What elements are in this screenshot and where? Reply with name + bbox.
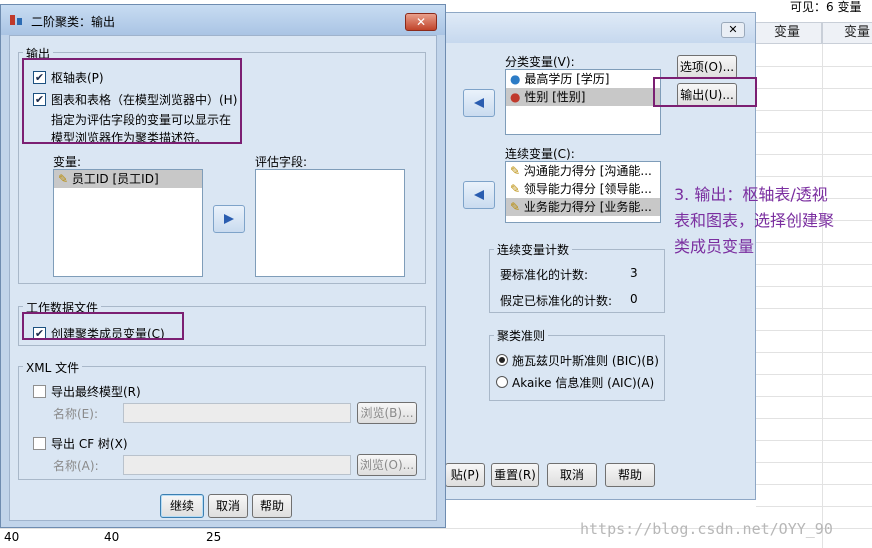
watermark: https://blog.csdn.net/OYY_90 bbox=[580, 520, 833, 538]
move-right-arrow-icon[interactable] bbox=[463, 89, 495, 117]
column-header[interactable]: 变量 bbox=[752, 22, 822, 44]
aic-radio[interactable] bbox=[496, 376, 508, 388]
list-item[interactable]: ✎ 领导能力得分 [领导能... bbox=[506, 180, 660, 198]
aic-label: Akaike 信息准则 (AIC)(A) bbox=[512, 376, 655, 390]
scale-icon: ✎ bbox=[510, 200, 521, 214]
move-right-arrow-icon[interactable] bbox=[463, 181, 495, 209]
scale-icon: ✎ bbox=[510, 164, 521, 178]
continue-button[interactable]: 继续 bbox=[160, 494, 204, 518]
bic-radio[interactable] bbox=[496, 354, 508, 366]
continuous-label: 连续变量(C): bbox=[505, 147, 575, 161]
group-title: XML 文件 bbox=[23, 359, 83, 376]
assumed-label: 假定已标准化的计数: bbox=[500, 294, 613, 308]
export-final-checkbox[interactable] bbox=[33, 385, 46, 398]
cancel-button[interactable]: 取消 bbox=[208, 494, 248, 518]
continuous-count-group: 连续变量计数 要标准化的计数: 3 假定已标准化的计数: 0 bbox=[489, 241, 665, 313]
dialog-title: 二阶聚类：输出 bbox=[31, 15, 116, 29]
reset-button[interactable]: 重置(R) bbox=[491, 463, 539, 487]
cancel-button[interactable]: 取消 bbox=[547, 463, 597, 487]
scale-icon: ✎ bbox=[510, 182, 521, 196]
browse-button[interactable]: 浏览(B)... bbox=[357, 402, 417, 424]
annotation-line: 类成员变量 bbox=[674, 237, 755, 256]
spss-app-icon bbox=[9, 13, 25, 27]
export-cf-name-input[interactable] bbox=[123, 455, 351, 475]
list-item[interactable]: ✎ 员工ID [员工ID] bbox=[54, 170, 202, 188]
group-title: 聚类准则 bbox=[494, 327, 549, 344]
move-right-arrow-icon[interactable] bbox=[213, 205, 245, 233]
help-button[interactable]: 帮助 bbox=[605, 463, 655, 487]
variables-label: 变量: bbox=[53, 155, 82, 169]
close-icon[interactable]: ✕ bbox=[405, 13, 437, 31]
cell-value[interactable]: 40 bbox=[104, 530, 144, 544]
output-options-highlight bbox=[22, 58, 242, 144]
nominal-icon: ● bbox=[510, 72, 521, 86]
annotation-line: 表和图表，选择创建聚 bbox=[674, 211, 835, 230]
bic-label: 施瓦兹贝叶斯准则 (BIC)(B) bbox=[512, 354, 659, 368]
export-cf-checkbox[interactable] bbox=[33, 437, 46, 450]
cell-value[interactable]: 40 bbox=[4, 530, 44, 544]
name-label: 名称(E): bbox=[53, 407, 98, 421]
dialog-titlebar: 二阶聚类：输出 bbox=[1, 5, 445, 35]
list-item[interactable]: ● 最高学历 [学历] bbox=[506, 70, 660, 88]
options-button[interactable]: 选项(O)... bbox=[677, 55, 737, 79]
annotation-line: 3. 输出：枢轴表/透视 bbox=[674, 185, 828, 204]
cell-value[interactable]: 25 bbox=[206, 530, 246, 544]
variables-list[interactable]: ✎ 员工ID [员工ID] bbox=[53, 169, 203, 277]
browse-button[interactable]: 浏览(O)... bbox=[357, 454, 417, 476]
create-cluster-highlight bbox=[22, 312, 184, 340]
export-cf-label: 导出 CF 树(X) bbox=[51, 437, 128, 451]
standardize-label: 要标准化的计数: bbox=[500, 268, 589, 282]
export-final-name-input[interactable] bbox=[123, 403, 351, 423]
list-item[interactable]: ✎ 沟通能力得分 [沟通能... bbox=[506, 162, 660, 180]
continuous-list[interactable]: ✎ 沟通能力得分 [沟通能... ✎ 领导能力得分 [领导能... ✎ 业务能力… bbox=[505, 161, 661, 223]
eval-label: 评估字段: bbox=[255, 155, 308, 169]
annotation-note: 3. 输出：枢轴表/透视 表和图表，选择创建聚 类成员变量 bbox=[674, 182, 870, 260]
output-button-highlight bbox=[653, 77, 757, 107]
xml-group: XML 文件 导出最终模型(R) 名称(E): 浏览(B)... 导出 CF 树… bbox=[18, 359, 426, 480]
paste-button[interactable]: 贴(P) bbox=[445, 463, 485, 487]
help-button[interactable]: 帮助 bbox=[252, 494, 292, 518]
assumed-value: 0 bbox=[630, 292, 638, 306]
close-icon[interactable]: ✕ bbox=[721, 22, 745, 38]
background-titlebar bbox=[441, 13, 755, 43]
eval-fields-list[interactable] bbox=[255, 169, 405, 277]
column-header[interactable]: 变量 bbox=[822, 22, 872, 44]
nominal-icon: ● bbox=[510, 90, 521, 104]
categorical-label: 分类变量(V): bbox=[505, 55, 575, 69]
name-label: 名称(A): bbox=[53, 459, 99, 473]
export-final-label: 导出最终模型(R) bbox=[51, 385, 141, 399]
group-title: 连续变量计数 bbox=[494, 241, 573, 258]
list-item[interactable]: ✎ 业务能力得分 [业务能... bbox=[506, 198, 660, 216]
list-item[interactable]: ● 性别 [性别] bbox=[506, 88, 660, 106]
visible-vars-label: 可见：6 变量 bbox=[790, 0, 862, 14]
criterion-group: 聚类准则 施瓦兹贝叶斯准则 (BIC)(B) Akaike 信息准则 (AIC)… bbox=[489, 327, 665, 401]
categorical-list[interactable]: ● 最高学历 [学历] ● 性别 [性别] bbox=[505, 69, 661, 135]
standardize-value: 3 bbox=[630, 266, 638, 280]
scale-icon: ✎ bbox=[58, 172, 69, 186]
